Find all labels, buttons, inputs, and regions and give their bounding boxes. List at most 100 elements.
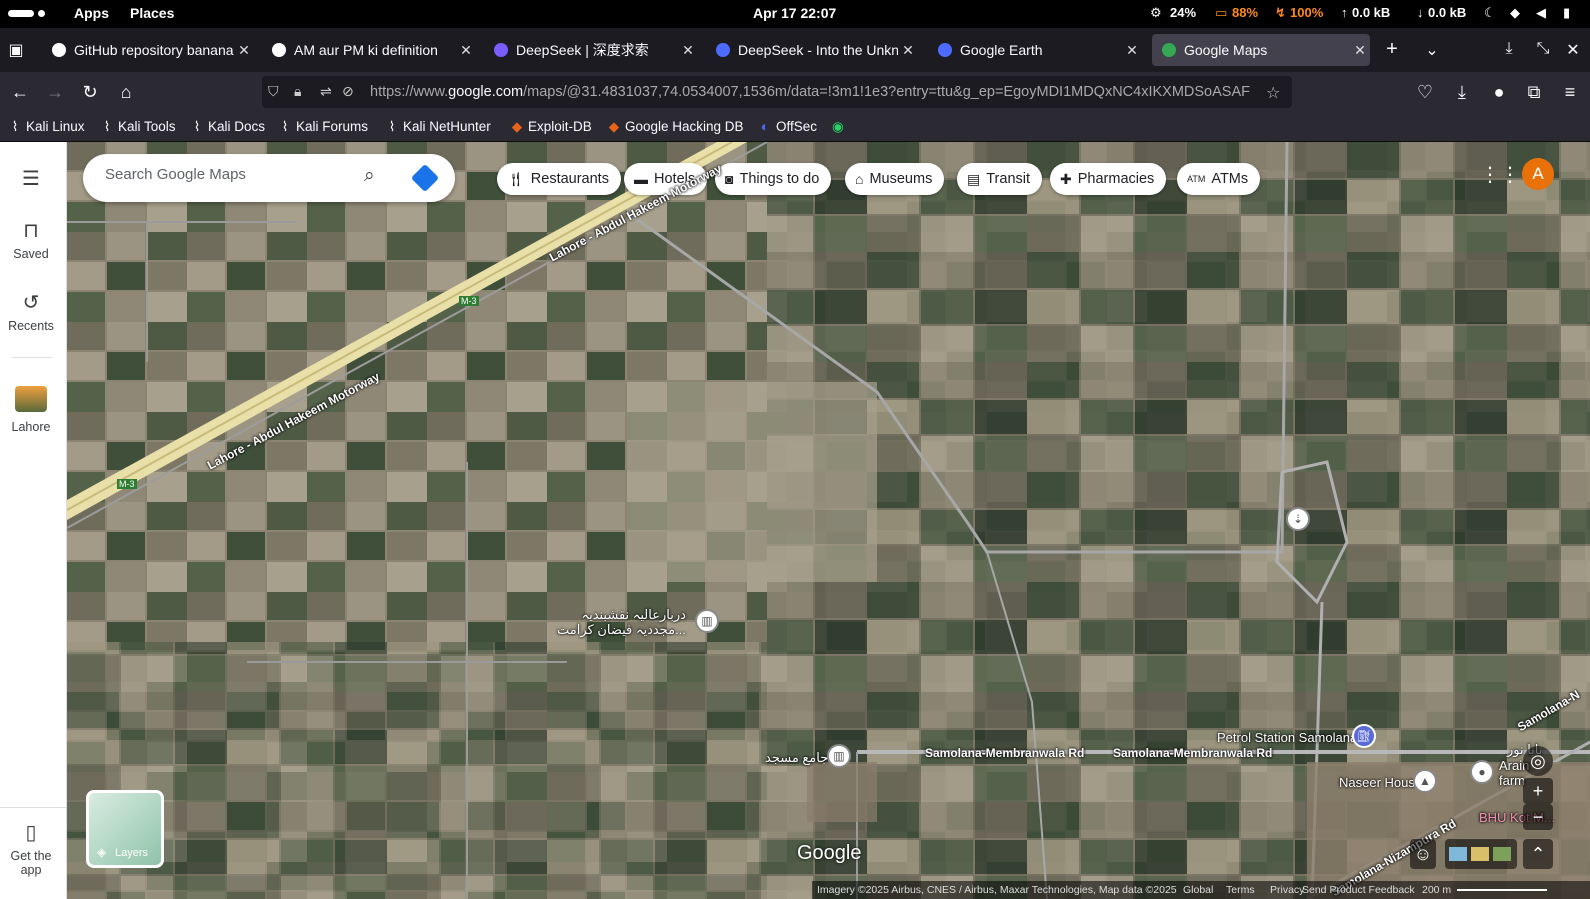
- back-icon[interactable]: ←: [8, 80, 32, 104]
- wifi-icon[interactable]: ◆: [1510, 5, 1520, 21]
- apps-menu[interactable]: Apps: [74, 5, 109, 21]
- chevron-down-icon[interactable]: ⌄: [1420, 40, 1444, 60]
- forward-icon[interactable]: →: [43, 80, 67, 104]
- search-input[interactable]: [105, 166, 345, 183]
- zoom-in-button[interactable]: +: [1523, 778, 1553, 804]
- bookmark-kali-tools[interactable]: ⌇ Kali Tools: [100, 119, 176, 135]
- saved-button[interactable]: ⊓ Saved: [0, 218, 62, 261]
- recents-button[interactable]: ↺ Recents: [0, 290, 62, 333]
- recent-lahore[interactable]: Lahore: [0, 386, 62, 434]
- tab-deepseek-cn[interactable]: DeepSeek | 深度求索 ✕: [484, 34, 698, 66]
- tab-deepseek[interactable]: DeepSeek - Into the Unkno ✕: [706, 34, 918, 66]
- restore-icon[interactable]: ⤡: [1532, 40, 1554, 58]
- downloads-icon[interactable]: ⤓: [1450, 80, 1474, 104]
- terms-link[interactable]: Terms: [1226, 884, 1255, 896]
- tracking-icon[interactable]: ⊘: [342, 83, 354, 100]
- terrain-thumb[interactable]: [1471, 847, 1489, 861]
- bookmark-star-icon[interactable]: ☆: [1266, 83, 1280, 103]
- history-icon: ↺: [22, 292, 40, 314]
- bookmark-ghdb[interactable]: ◆ Google Hacking DB: [607, 119, 744, 135]
- bookmark-kali-docs[interactable]: ⌇ Kali Docs: [190, 119, 265, 135]
- minimize-icon[interactable]: ⤓: [1498, 40, 1520, 58]
- search-icon[interactable]: ⌕: [364, 165, 375, 187]
- home-icon[interactable]: ⌂: [114, 80, 138, 104]
- map-canvas[interactable]: ⌕ 🍴︎Restaurants ▬Hotels ◙Things to do ⌂M…: [67, 142, 1590, 899]
- pegman-icon[interactable]: ☺: [1410, 839, 1436, 869]
- lock-icon[interactable]: 🔒︎: [294, 83, 301, 100]
- avatar[interactable]: A: [1522, 158, 1554, 190]
- workspace-indicator[interactable]: [8, 10, 34, 17]
- close-icon[interactable]: ✕: [1350, 42, 1370, 59]
- bookmark-kali-linux[interactable]: ⌇ Kali Linux: [8, 119, 85, 135]
- close-icon[interactable]: ✕: [234, 42, 254, 59]
- feedback-link[interactable]: Send Product Feedback: [1302, 884, 1415, 896]
- permissions-icon[interactable]: ⇌: [320, 83, 332, 100]
- clock[interactable]: Apr 17 22:07: [753, 5, 836, 21]
- chip-pharmacies[interactable]: ✚ Pharmacies: [1050, 163, 1167, 195]
- place-label-masjid[interactable]: جامع مسجد: [765, 750, 828, 766]
- bookmark-kali-forums[interactable]: ⌇ Kali Forums: [278, 119, 368, 135]
- tab-github[interactable]: GitHub repository banana ✕: [42, 34, 254, 66]
- chip-things-to-do[interactable]: ◙ Things to do: [715, 163, 832, 195]
- bookmark-kali-nethunter[interactable]: ⌇ Kali NetHunter: [385, 119, 491, 135]
- global-link[interactable]: Global: [1183, 884, 1213, 896]
- new-tab-icon[interactable]: +: [1380, 38, 1404, 61]
- privacy-link[interactable]: Privacy: [1270, 884, 1304, 896]
- whatsapp-icon[interactable]: ◉: [832, 119, 844, 135]
- menu-button[interactable]: ☰: [0, 166, 62, 195]
- chip-atms[interactable]: ATM ATMs: [1177, 163, 1261, 195]
- school-icon[interactable]: ▲: [1413, 769, 1437, 793]
- battery-icon[interactable]: ▮: [1563, 5, 1570, 21]
- menu-icon[interactable]: ≡: [1558, 80, 1582, 104]
- workspace-dot[interactable]: [38, 10, 45, 17]
- reload-icon[interactable]: ↻: [78, 80, 102, 104]
- layers-button[interactable]: ◈ Layers: [86, 790, 164, 868]
- shield-icon[interactable]: ⛉: [268, 83, 279, 100]
- pocket-icon[interactable]: ♡: [1413, 80, 1437, 104]
- moon-icon[interactable]: ☾: [1484, 5, 1496, 21]
- close-icon[interactable]: ✕: [898, 42, 918, 59]
- bookmark-offsec[interactable]: ◐ OffSec: [758, 119, 817, 134]
- url-bar[interactable]: ⛉ 🔒︎ ⇌ ⊘ https://www.google.com/maps/@31…: [262, 76, 1292, 108]
- tab-overview-icon[interactable]: ▣: [6, 40, 26, 60]
- exploitdb-icon: ◆: [511, 119, 523, 134]
- bookmark-exploit-db[interactable]: ◆ Exploit-DB: [510, 119, 592, 135]
- mosque-icon[interactable]: ▥: [827, 744, 851, 768]
- my-location-icon[interactable]: ◎: [1523, 746, 1553, 776]
- religious-site-icon[interactable]: ▥: [695, 609, 719, 633]
- directions-icon[interactable]: [410, 163, 440, 193]
- chip-restaurants[interactable]: 🍴︎ Restaurants: [497, 163, 621, 195]
- chip-museums[interactable]: ⌂ Museums: [845, 163, 945, 195]
- volume-icon[interactable]: ◀: [1536, 5, 1546, 21]
- places-menu[interactable]: Places: [130, 5, 174, 21]
- place-label-naseer-house[interactable]: Naseer House: [1339, 775, 1422, 790]
- place-label-farm[interactable]: farm: [1499, 773, 1525, 788]
- expand-icon[interactable]: ⌃: [1523, 839, 1553, 869]
- close-icon[interactable]: ✕: [456, 42, 476, 59]
- scale-label[interactable]: 200 m: [1422, 884, 1451, 896]
- account-icon[interactable]: ●: [1487, 80, 1511, 104]
- place-label-petrol-station[interactable]: Petrol Station Samolana: [1217, 730, 1357, 745]
- place-label-darbar[interactable]: دربارعالیہ نقشبندیہ مجددیہ فیضان کرامت..…: [557, 607, 686, 637]
- place-marker-icon[interactable]: ⇣: [1286, 507, 1310, 531]
- url-text[interactable]: https://www.google.com/maps/@31.4831037,…: [370, 84, 1250, 100]
- fuel-icon[interactable]: ⛽︎: [1352, 724, 1376, 748]
- close-window-icon[interactable]: ✕: [1562, 40, 1584, 60]
- extensions-icon[interactable]: ⧉: [1522, 80, 1546, 104]
- google-apps-icon[interactable]: ⋮⋮: [1480, 162, 1520, 187]
- get-app-button[interactable]: ▯ Get the app: [0, 820, 62, 877]
- zoom-out-button[interactable]: −: [1523, 804, 1553, 830]
- phone-icon: ▯: [25, 822, 37, 844]
- map-thumb[interactable]: [1449, 847, 1467, 861]
- chip-transit[interactable]: ▤ Transit: [957, 163, 1043, 195]
- place-marker-icon[interactable]: ●: [1470, 760, 1494, 784]
- satellite-thumb[interactable]: [1493, 847, 1511, 861]
- imagery-thumbnails[interactable]: [1445, 839, 1517, 869]
- close-icon[interactable]: ✕: [678, 42, 698, 59]
- tab-google-maps[interactable]: Google Maps ✕: [1152, 34, 1370, 66]
- close-icon[interactable]: ✕: [1122, 42, 1142, 59]
- tab-google-earth[interactable]: Google Earth ✕: [928, 34, 1142, 66]
- divider: [12, 357, 52, 358]
- tab-chatgpt[interactable]: AM aur PM ki definition ✕: [262, 34, 476, 66]
- url-prefix: https://www.: [370, 84, 449, 100]
